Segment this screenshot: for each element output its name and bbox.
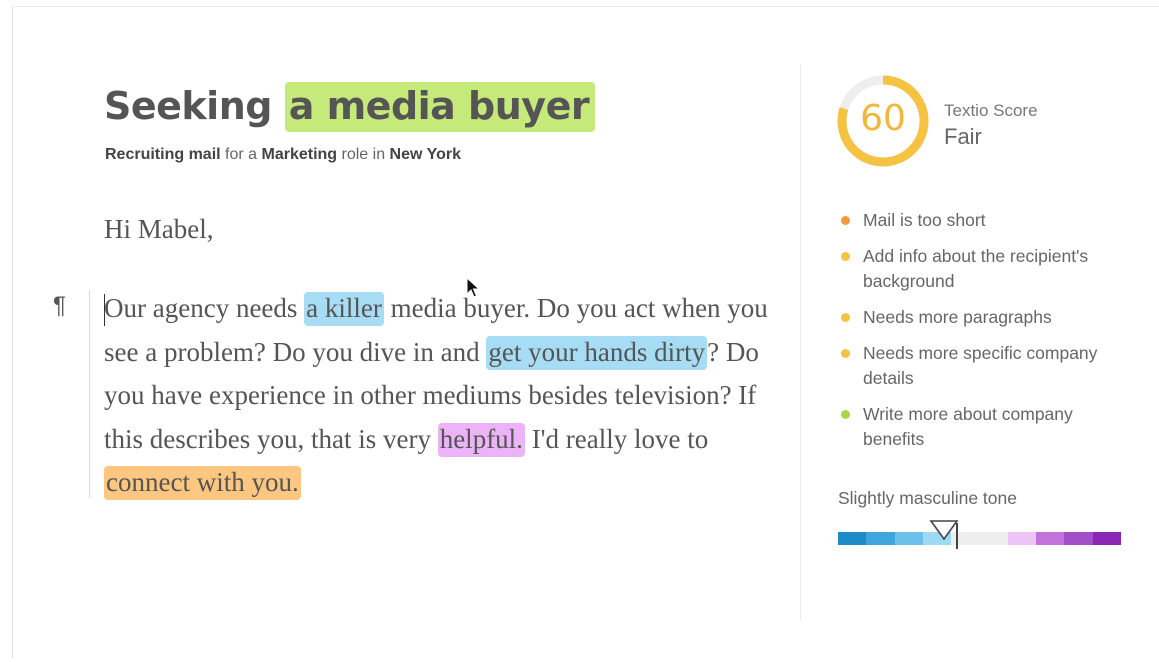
suggestion-text: Add info about the recipient's backgroun… (863, 246, 1089, 291)
status-dot-icon (841, 216, 850, 225)
suggestion-text: Needs more specific company details (863, 343, 1098, 388)
score-value: 60 (860, 98, 906, 139)
tone-label: Slightly masculine tone (838, 488, 1017, 508)
highlighted-phrase[interactable]: connect with you. (104, 466, 301, 500)
suggestion-text: Mail is too short (863, 210, 986, 230)
suggestion-text: Needs more paragraphs (863, 307, 1052, 327)
suggestion-item[interactable]: Add info about the recipient's backgroun… (838, 244, 1138, 294)
subtitle-role: Marketing (261, 146, 338, 163)
suggestion-list: Mail is too short Add info about the reci… (838, 208, 1138, 463)
document-subtitle: Recruiting mail for a Marketing role in … (105, 146, 461, 164)
status-dot-icon (841, 349, 850, 358)
body-text-run: I'd really love to (524, 423, 709, 454)
document-title[interactable]: Seeking a media buyer (104, 82, 596, 132)
title-prefix: Seeking (104, 84, 272, 128)
mouse-pointer-icon (466, 277, 480, 298)
tone-segment (1036, 532, 1065, 545)
suggestion-item[interactable]: Write more about company benefits (838, 402, 1138, 452)
tone-segment (1092, 532, 1122, 545)
suggestion-text: Write more about company benefits (863, 404, 1073, 449)
pilcrow-icon[interactable]: ¶ (53, 292, 66, 320)
subtitle-text: for a (220, 146, 262, 163)
status-dot-icon (841, 410, 850, 419)
paragraph-rule (89, 290, 90, 498)
tone-segment (866, 532, 896, 545)
highlighted-phrase[interactable]: helpful. (437, 422, 525, 457)
text-caret (104, 294, 105, 326)
highlighted-phrase[interactable]: get your hands dirty (486, 335, 708, 370)
status-dot-icon (841, 252, 850, 261)
tone-segment (1007, 532, 1037, 545)
tone-segment (838, 532, 867, 545)
subtitle-text: role in (337, 146, 390, 163)
title-highlight[interactable]: a media buyer (284, 82, 596, 132)
tone-segment (894, 532, 924, 545)
suggestion-item[interactable]: Needs more specific company details (838, 341, 1138, 391)
highlighted-phrase[interactable]: a killer (304, 292, 384, 326)
panel-divider (800, 64, 801, 620)
subtitle-type: Recruiting mail (105, 146, 221, 163)
status-dot-icon (841, 313, 850, 322)
body-paragraph[interactable]: Our agency needs a killer media buyer. D… (104, 287, 784, 505)
subtitle-location: New York (389, 146, 461, 163)
score-rating: Fair (944, 124, 982, 149)
suggestion-item[interactable]: Mail is too short (838, 208, 1138, 233)
triangle-marker-icon[interactable] (929, 519, 959, 551)
suggestion-item[interactable]: Needs more paragraphs (838, 305, 1138, 330)
body-text-run: Our agency needs (104, 293, 305, 323)
tone-segment (979, 532, 1009, 545)
greeting-text[interactable]: Hi Mabel, (104, 214, 213, 245)
score-label: Textio Score (944, 101, 1038, 120)
tone-segment (1064, 532, 1094, 545)
tone-meter (838, 532, 1122, 545)
